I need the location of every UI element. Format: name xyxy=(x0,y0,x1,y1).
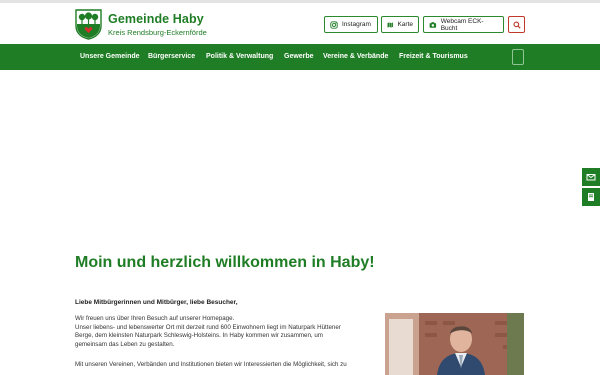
webcam-label: Webcam ECK-Bucht xyxy=(440,17,484,32)
map-label: Karte xyxy=(397,21,413,28)
main-navigation: Unsere Gemeinde Bürgerservice Politik & … xyxy=(0,44,600,70)
book-icon xyxy=(588,193,594,201)
nav-politik-verwaltung[interactable]: Politik & Verwaltung xyxy=(206,53,273,60)
instagram-label: Instagram xyxy=(342,21,371,28)
welcome-headline: Moin und herzlich willkommen in Haby! xyxy=(75,254,375,271)
greeting-text: Liebe Mitbürgerinnen und Mitbürger, lieb… xyxy=(75,299,238,306)
map-button[interactable]: Karte xyxy=(381,16,419,33)
intro-line: gemeinsam das Leben zu gestalten. xyxy=(75,340,175,348)
nav-gewerbe[interactable]: Gewerbe xyxy=(284,53,314,60)
search-icon xyxy=(512,20,521,29)
map-icon xyxy=(387,21,393,28)
search-button[interactable] xyxy=(508,16,525,33)
site-title[interactable]: Gemeinde Haby xyxy=(108,12,204,26)
nav-freizeit-tourismus[interactable]: Freizeit & Tourismus xyxy=(399,53,468,60)
associations-paragraph: Mit unseren Vereinen, Verbänden und Inst… xyxy=(75,361,375,370)
intro-line: Berge, dem kleinsten Naturpark Schleswig… xyxy=(75,332,323,340)
nav-toggle-button[interactable] xyxy=(512,49,524,65)
mail-icon xyxy=(586,174,596,181)
side-book-tab[interactable] xyxy=(582,188,600,206)
associations-line: Mit unseren Vereinen, Verbänden und Inst… xyxy=(75,361,347,368)
site-subtitle: Kreis Rendsburg-Eckernförde xyxy=(108,28,207,37)
nav-unsere-gemeinde[interactable]: Unsere Gemeinde xyxy=(80,53,140,60)
instagram-button[interactable]: Instagram xyxy=(324,16,378,33)
camera-icon xyxy=(429,21,437,28)
site-header: Gemeinde Haby Kreis Rendsburg-Eckernförd… xyxy=(0,3,600,44)
intro-line: Wir freuen uns über Ihren Besuch auf uns… xyxy=(75,315,235,322)
webcam-button[interactable]: Webcam ECK-Bucht xyxy=(423,16,504,33)
intro-line: Unser liebens- und lebenswerter Ort mit … xyxy=(75,323,341,331)
nav-buergerservice[interactable]: Bürgerservice xyxy=(148,53,195,60)
mayor-photo xyxy=(385,313,524,375)
nav-vereine-verbaende[interactable]: Vereine & Verbände xyxy=(323,53,388,60)
coat-of-arms-logo[interactable] xyxy=(75,9,102,40)
side-contact-tab[interactable] xyxy=(582,168,600,186)
instagram-icon xyxy=(330,20,338,29)
intro-paragraph: Wir freuen uns über Ihren Besuch auf uns… xyxy=(75,315,375,349)
